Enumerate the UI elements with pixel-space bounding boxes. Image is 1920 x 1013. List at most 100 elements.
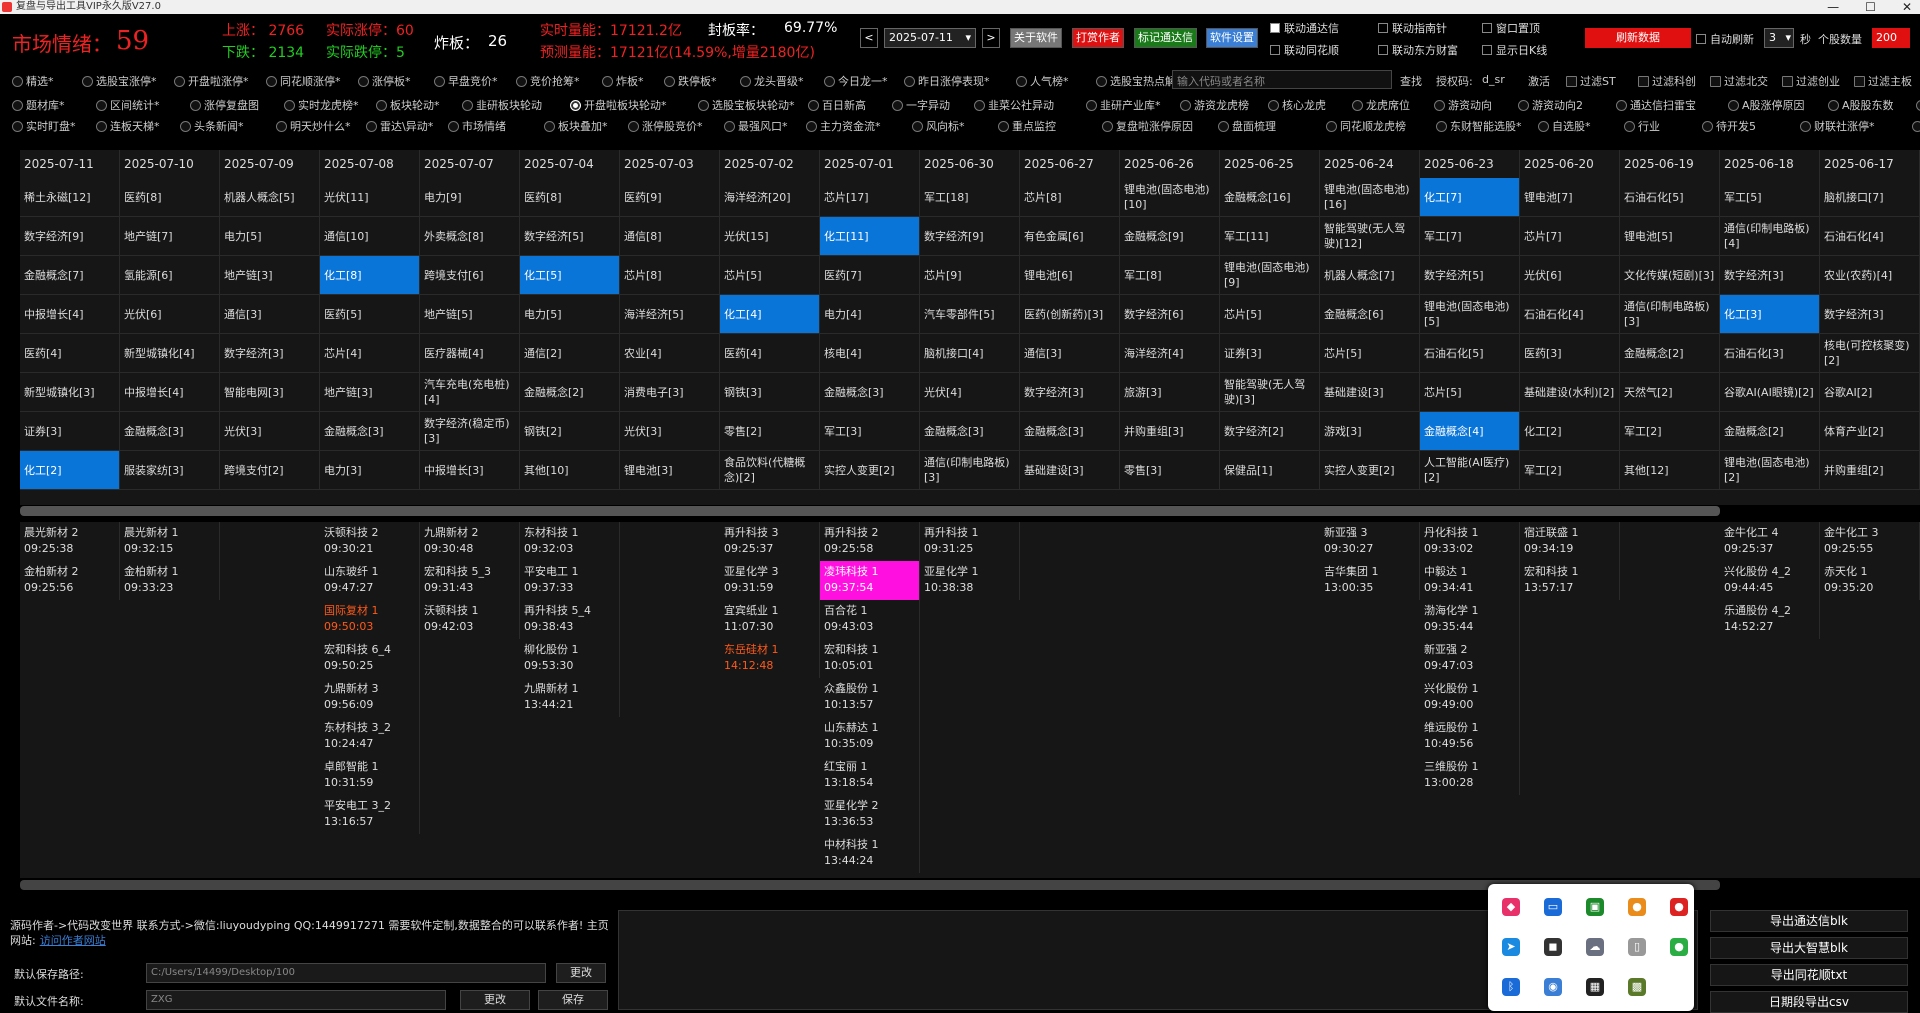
row2-item-1[interactable]: 区间统计* bbox=[96, 97, 160, 113]
date-header[interactable]: 2025-06-17 bbox=[1820, 150, 1920, 178]
date-select[interactable]: 2025-07-11 ▾ bbox=[884, 28, 976, 48]
sector-cell[interactable]: 医药[5] bbox=[320, 295, 420, 334]
sector-cell[interactable]: 数字经济(稳定币)[3] bbox=[420, 412, 520, 451]
sector-cell[interactable]: 电力[9] bbox=[420, 178, 520, 217]
qq-tray-icon[interactable]: ● bbox=[1628, 898, 1646, 916]
sector-cell[interactable]: 电力[5] bbox=[220, 217, 320, 256]
sector-cell[interactable]: 军工[2] bbox=[1520, 451, 1620, 490]
stock-cell[interactable]: 众鑫股份 1 10:13:57 bbox=[820, 678, 920, 717]
sector-cell[interactable]: 金融概念[6] bbox=[1320, 295, 1420, 334]
stock-cell[interactable]: 再升科技 3 09:25:37 bbox=[720, 522, 820, 561]
sector-cell[interactable]: 稀土永磁[12] bbox=[20, 178, 120, 217]
sector-cell[interactable]: 中报增长[4] bbox=[20, 295, 120, 334]
sector-cell[interactable]: 钢铁[2] bbox=[520, 412, 620, 451]
stock-cell[interactable]: 宿迁联盛 1 09:34:19 bbox=[1520, 522, 1620, 561]
sector-cell[interactable]: 医药[9] bbox=[620, 178, 720, 217]
sector-cell[interactable]: 军工[18] bbox=[920, 178, 1020, 217]
stock-cell[interactable]: 再升科技 5_4 09:38:43 bbox=[520, 600, 620, 639]
date-header[interactable]: 2025-06-25 bbox=[1220, 150, 1320, 178]
row3-item-2[interactable]: 头条新闻* bbox=[180, 118, 244, 134]
stock-cell[interactable]: 晨光新材 2 09:25:38 bbox=[20, 522, 120, 561]
sector-cell[interactable]: 海洋经济[5] bbox=[620, 295, 720, 334]
cloud-tray-icon[interactable]: ☁ bbox=[1586, 938, 1604, 956]
sector-cell[interactable]: 脑机接口[7] bbox=[1820, 178, 1920, 217]
sector-cell[interactable]: 芯片[7] bbox=[1520, 217, 1620, 256]
sector-cell[interactable]: 光伏[11] bbox=[320, 178, 420, 217]
shield-tray-icon[interactable]: ◼ bbox=[1544, 938, 1562, 956]
row1-item-9[interactable]: 龙头晋级* bbox=[740, 73, 804, 89]
date-header[interactable]: 2025-06-23 bbox=[1420, 150, 1520, 178]
sector-cell[interactable]: 实控人变更[2] bbox=[1320, 451, 1420, 490]
sector-cell[interactable]: 数字经济[5] bbox=[1420, 256, 1520, 295]
usb-tray-icon[interactable]: ▯ bbox=[1628, 938, 1646, 956]
sector-cell[interactable]: 海洋经济[20] bbox=[720, 178, 820, 217]
export-csv-button[interactable]: 日期段导出csv bbox=[1710, 991, 1908, 1013]
row3-item-13[interactable]: 盘面梳理 bbox=[1218, 118, 1276, 134]
row1-item-10[interactable]: 今日龙一* bbox=[824, 73, 888, 89]
sector-cell[interactable]: 天然气[2] bbox=[1620, 373, 1720, 412]
sector-cell[interactable]: 金融概念[2] bbox=[1720, 412, 1820, 451]
file-name-input[interactable]: ZXG bbox=[146, 990, 446, 1010]
window-top-checkbox[interactable]: 窗口置顶 bbox=[1482, 20, 1540, 36]
sector-cell[interactable]: 化工[2] bbox=[1520, 412, 1620, 451]
row2-item-13[interactable]: 核心龙虎 bbox=[1268, 97, 1326, 113]
row3-item-6[interactable]: 板块叠加* bbox=[544, 118, 608, 134]
sector-cell[interactable]: 智能驾驶(无人驾驶)[3] bbox=[1220, 373, 1320, 412]
date-header[interactable]: 2025-07-08 bbox=[320, 150, 420, 178]
sector-cell[interactable]: 并购重组[2] bbox=[1820, 451, 1920, 490]
grid-tray-icon[interactable]: ▦ bbox=[1586, 978, 1604, 996]
sector-cell[interactable]: 金融概念[3] bbox=[920, 412, 1020, 451]
sector-cell[interactable]: 金融概念[7] bbox=[20, 256, 120, 295]
sector-cell[interactable]: 证券[3] bbox=[1220, 334, 1320, 373]
sector-cell[interactable]: 锂电池[5] bbox=[1620, 217, 1720, 256]
sector-cell[interactable]: 通信[8] bbox=[620, 217, 720, 256]
sector-cell[interactable]: 锂电池(固态电池)[9] bbox=[1220, 256, 1320, 295]
date-header[interactable]: 2025-07-03 bbox=[620, 150, 720, 178]
sector-cell[interactable]: 芯片[8] bbox=[1020, 178, 1120, 217]
stock-cell[interactable]: 丹化科技 1 09:33:02 bbox=[1420, 522, 1520, 561]
sector-cell[interactable]: 新型城镇化[4] bbox=[120, 334, 220, 373]
sector-cell[interactable]: 通信(印制电路板)[3] bbox=[920, 451, 1020, 490]
sector-cell[interactable]: 通信[2] bbox=[520, 334, 620, 373]
date-header[interactable]: 2025-07-07 bbox=[420, 150, 520, 178]
row3-item-19[interactable]: 财联社涨停* bbox=[1800, 118, 1875, 134]
stock-cell[interactable]: 东材科技 1 09:32:03 bbox=[520, 522, 620, 561]
sector-cell[interactable]: 数字经济[3] bbox=[1020, 373, 1120, 412]
sector-cell[interactable]: 芯片[8] bbox=[620, 256, 720, 295]
sector-cell[interactable]: 化工[2] bbox=[20, 451, 120, 490]
sector-cell[interactable]: 数字经济[3] bbox=[1820, 295, 1920, 334]
sector-cell[interactable]: 医药[3] bbox=[1520, 334, 1620, 373]
sector-cell[interactable]: 数字经济[9] bbox=[20, 217, 120, 256]
stock-cell[interactable]: 国际复材 1 09:50:03 bbox=[320, 600, 420, 639]
stock-cell[interactable]: 金牛化工 4 09:25:37 bbox=[1720, 522, 1820, 561]
sector-cell[interactable]: 军工[3] bbox=[820, 412, 920, 451]
bluetooth-tray-icon[interactable]: ᛒ bbox=[1502, 978, 1520, 996]
sector-cell[interactable]: 军工[11] bbox=[1220, 217, 1320, 256]
stock-cell[interactable]: 宏和科技 6_4 09:50:25 bbox=[320, 639, 420, 678]
stock-cell[interactable]: 九鼎新材 2 09:30:48 bbox=[420, 522, 520, 561]
date-header[interactable]: 2025-06-19 bbox=[1620, 150, 1720, 178]
sector-cell[interactable]: 光伏[15] bbox=[720, 217, 820, 256]
row3-item-18[interactable]: 待开发5 bbox=[1702, 118, 1756, 134]
row3-item-11[interactable]: 重点监控 bbox=[998, 118, 1056, 134]
row1-item-4[interactable]: 涨停板* bbox=[358, 73, 411, 89]
sector-cell[interactable]: 电力[4] bbox=[820, 295, 920, 334]
sector-cell[interactable]: 谷歌AI[2] bbox=[1820, 373, 1920, 412]
close-icon[interactable]: ✕ bbox=[1902, 0, 1912, 14]
sector-cell[interactable]: 汽车零部件[5] bbox=[920, 295, 1020, 334]
sector-cell[interactable]: 化工[11] bbox=[820, 217, 920, 256]
sector-cell[interactable]: 通信[10] bbox=[320, 217, 420, 256]
filter-checkbox-1[interactable]: 过滤科创 bbox=[1638, 73, 1696, 89]
telegram-tray-icon[interactable]: ➤ bbox=[1502, 938, 1520, 956]
sector-cell[interactable]: 中报增长[3] bbox=[420, 451, 520, 490]
sector-cell[interactable]: 金融概念[2] bbox=[520, 373, 620, 412]
sector-cell[interactable]: 军工[8] bbox=[1120, 256, 1220, 295]
sector-cell[interactable]: 电力[5] bbox=[520, 295, 620, 334]
sector-cell[interactable]: 其他[10] bbox=[520, 451, 620, 490]
security-tray-icon[interactable]: ◉ bbox=[1544, 978, 1562, 996]
refresh-button[interactable]: 刷新数据 bbox=[1585, 28, 1691, 48]
stock-cell[interactable]: 渤海化学 1 09:35:44 bbox=[1420, 600, 1520, 639]
qq2-tray-icon[interactable]: ● bbox=[1670, 898, 1688, 916]
sector-cell[interactable]: 数字经济[6] bbox=[1120, 295, 1220, 334]
row1-item-7[interactable]: 炸板* bbox=[602, 73, 644, 89]
